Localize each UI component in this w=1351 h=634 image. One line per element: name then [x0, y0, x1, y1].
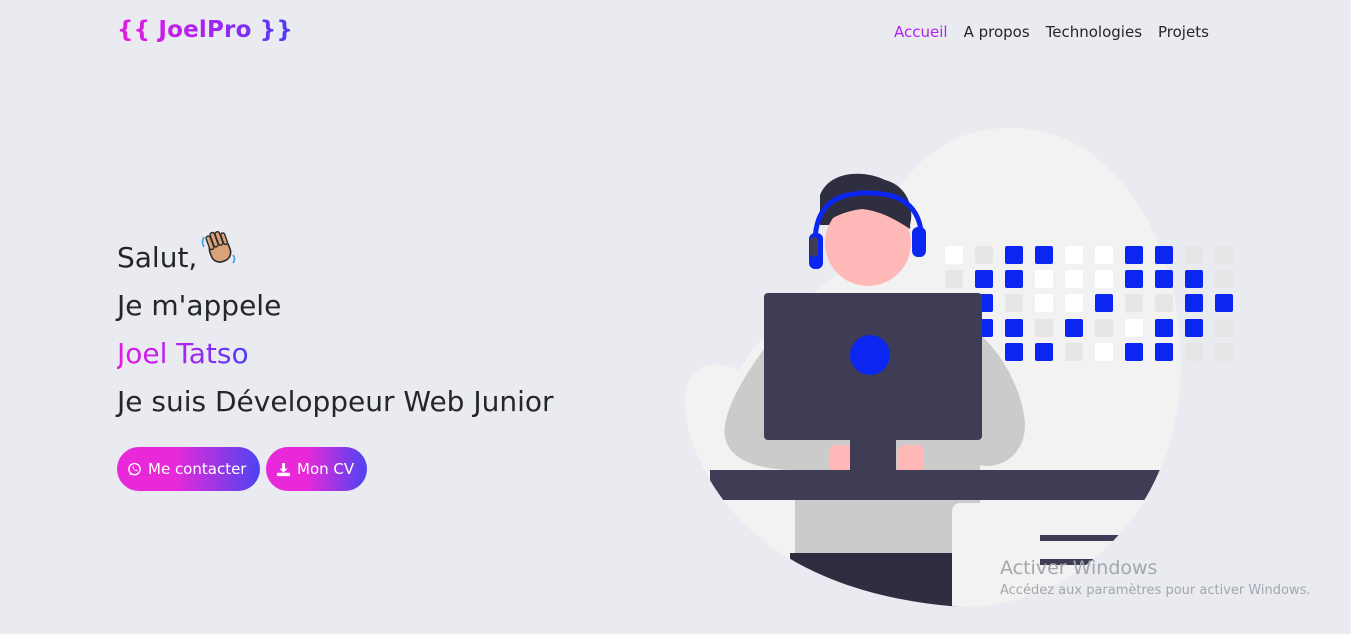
download-icon	[276, 462, 291, 477]
role-line: Je suis Développeur Web Junior	[117, 385, 554, 418]
watermark-subtitle: Accédez aux paramètres pour activer Wind…	[1000, 583, 1311, 598]
hero-text: Salut, Je m'appele Joel Tatso Je suis Dé…	[117, 230, 554, 426]
name-line: Joel Tatso	[117, 330, 554, 378]
desk	[710, 470, 1170, 500]
developer-name: Joel Tatso	[117, 330, 249, 378]
intro-line: Je m'appele	[117, 289, 282, 322]
developer-illustration	[680, 125, 1240, 619]
cv-button-label: Mon CV	[297, 460, 355, 478]
windows-activation-watermark: Activer Windows Accédez aux paramètres p…	[1000, 557, 1311, 598]
contact-button-label: Me contacter	[148, 460, 247, 478]
main-nav: Accueil A propos Technologies Projets	[894, 23, 1209, 41]
greeting-line: Salut,	[117, 230, 554, 282]
whatsapp-icon	[127, 462, 142, 477]
hero-buttons: Me contacter Mon CV	[117, 447, 367, 491]
cv-button[interactable]: Mon CV	[266, 447, 367, 491]
nav-link-accueil[interactable]: Accueil	[894, 23, 948, 41]
waving-hand-icon	[200, 229, 238, 282]
nav-link-technologies[interactable]: Technologies	[1046, 23, 1142, 41]
logo[interactable]: {{ JoelPro }}	[117, 17, 293, 43]
watermark-title: Activer Windows	[1000, 557, 1158, 579]
nav-link-a-propos[interactable]: A propos	[964, 23, 1030, 41]
nav-link-projets[interactable]: Projets	[1158, 23, 1209, 41]
contact-button[interactable]: Me contacter	[117, 447, 260, 491]
greeting-text: Salut,	[117, 241, 198, 274]
